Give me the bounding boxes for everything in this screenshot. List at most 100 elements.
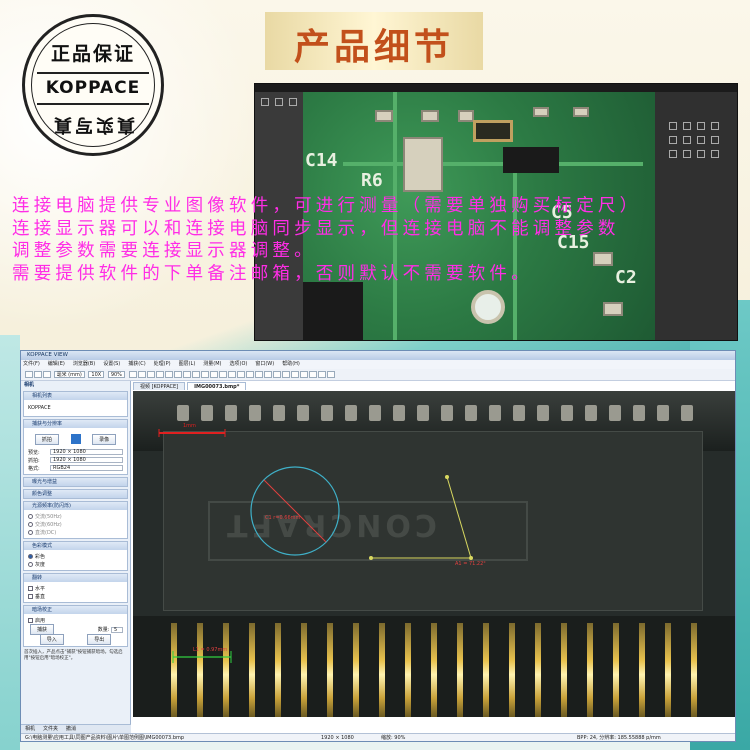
radio[interactable] [28,561,33,567]
toolbar-icon[interactable] [34,371,42,378]
toolbar-icon[interactable] [43,371,51,378]
toolbar: 毫米 (mm) 10X 90% [21,369,735,381]
toolbar-icon[interactable] [281,371,290,378]
radio[interactable] [28,513,33,519]
section-header[interactable]: 暗场校正 [24,606,127,614]
checkbox[interactable] [28,617,33,623]
toolbar-icon[interactable] [209,371,218,378]
toolbar-icon[interactable] [299,371,308,378]
toolbar-icon[interactable] [137,371,146,378]
toolbar-icon[interactable] [236,371,245,378]
toolbar-icon[interactable] [182,371,191,378]
description-line: 需要提供软件的下单备注邮箱，否则默认不需要软件。 [12,263,533,284]
section-header[interactable]: 光源频率(防闪烁) [24,502,127,510]
tool-icon[interactable] [683,122,691,130]
camera-name[interactable]: KOPPACE [24,400,127,416]
section-header[interactable]: 相机列表 [24,392,127,400]
import-button[interactable]: 导入 [39,633,64,645]
menu-item[interactable]: 捕获(C) [128,361,145,367]
toolbar-icon[interactable] [25,371,33,378]
checkbox-label: 水平 [35,585,46,592]
menu-item[interactable]: 测量(M) [203,361,221,367]
toolbar-icon[interactable] [191,371,200,378]
status-resolution: 1920 × 1080 [321,735,354,741]
toolbar-icon[interactable] [308,371,317,378]
pcb-pad [573,107,589,117]
tool-icon[interactable] [289,98,297,106]
tool-icon[interactable] [261,98,269,106]
panel-tab-folder[interactable]: 文件夹 [39,725,62,733]
toolbar-icon[interactable] [263,371,272,378]
toolbar-icon[interactable] [155,371,164,378]
preview-resolution-select[interactable]: 1920 × 1080 [50,449,123,455]
measurement-overlay [158,429,473,663]
tool-icon[interactable] [711,136,719,144]
toolbar-icon[interactable] [200,371,209,378]
tool-icon[interactable] [669,136,677,144]
radio[interactable] [28,521,33,527]
zoom-select[interactable]: 90% [107,371,125,378]
tab-image[interactable]: IMG00073.bmp* [187,382,247,390]
toolbar-icon[interactable] [272,371,281,378]
format-select[interactable]: RGB24 [50,465,123,471]
section-header[interactable]: 曝光与增益 [24,478,127,486]
radio-selected[interactable] [28,553,33,559]
tool-icon[interactable] [697,136,705,144]
checkbox[interactable] [28,585,33,591]
toolbar-icon[interactable] [290,371,299,378]
menu-item[interactable]: 选项(O) [230,361,248,367]
menu-item[interactable]: 设置(S) [103,361,120,367]
field-label: 数量: [97,626,110,633]
toolbar-icon[interactable] [173,371,182,378]
tab-video[interactable]: 视频 [KOPPACE] [133,382,186,390]
section-header[interactable]: 颜色调整 [24,490,127,498]
panel-tab-camera[interactable]: 相机 [21,725,39,733]
menu-item[interactable]: 帮助(H) [282,361,300,367]
tool-icon[interactable] [697,150,705,158]
silk-label: C14 [305,150,338,171]
tool-icon[interactable] [275,98,283,106]
section-header[interactable]: 捕获与分辨率 [24,420,127,428]
app-titlebar [255,84,737,92]
toolbar-icon[interactable] [227,371,236,378]
ic-chip [303,282,363,340]
menu-item[interactable]: 窗口(W) [255,361,274,367]
toolbar-icon[interactable] [128,371,137,378]
tool-icon[interactable] [683,150,691,158]
toolbar-icon[interactable] [245,371,254,378]
menu-item[interactable]: 浏览器(B) [73,361,95,367]
capture-button[interactable]: 抓拍 [34,433,59,445]
tool-icon[interactable] [711,150,719,158]
frequency-section: 光源频率(防闪烁) 交流(50Hz) 交流(60Hz) 直流(DC) [23,501,128,539]
toolbar-icon[interactable] [254,371,263,378]
radio[interactable] [28,529,33,535]
radio-label: 彩色 [35,553,46,560]
tool-icon[interactable] [697,122,705,130]
tool-icon[interactable] [683,136,691,144]
toolbar-icon[interactable] [146,371,155,378]
toolbar-icon[interactable] [326,371,335,378]
menu-item[interactable]: 图层(L) [179,361,196,367]
menu-item[interactable]: 处理(P) [154,361,171,367]
panel-title: 相机 [24,382,35,388]
toolbar-icon[interactable] [218,371,227,378]
checkbox[interactable] [28,593,33,599]
section-header[interactable]: 色彩模式 [24,542,127,550]
tool-icon[interactable] [711,122,719,130]
export-button[interactable]: 导出 [87,633,112,645]
record-button[interactable]: 录像 [92,433,117,445]
magnification-select[interactable]: 10X [88,371,105,378]
menu-item[interactable]: 文件(F) [23,361,40,367]
tool-icon[interactable] [669,122,677,130]
scale-label: 1mm [183,423,196,429]
tool-icon[interactable] [669,150,677,158]
unit-select[interactable]: 毫米 (mm) [53,371,85,378]
dark-count-input[interactable]: 5 [111,626,123,633]
toolbar-icon[interactable] [317,371,326,378]
menu-item[interactable]: 编辑(E) [48,361,65,367]
panel-tab-undo[interactable]: 撤消 [62,725,80,733]
toolbar-icon[interactable] [164,371,173,378]
section-header[interactable]: 翻转 [24,574,127,582]
snap-resolution-select[interactable]: 1920 × 1080 [50,457,123,463]
capture-section: 捕获与分辨率 抓拍 录像 预览: 1920 × 1080 抓拍: 1920 × 10… [23,419,128,475]
